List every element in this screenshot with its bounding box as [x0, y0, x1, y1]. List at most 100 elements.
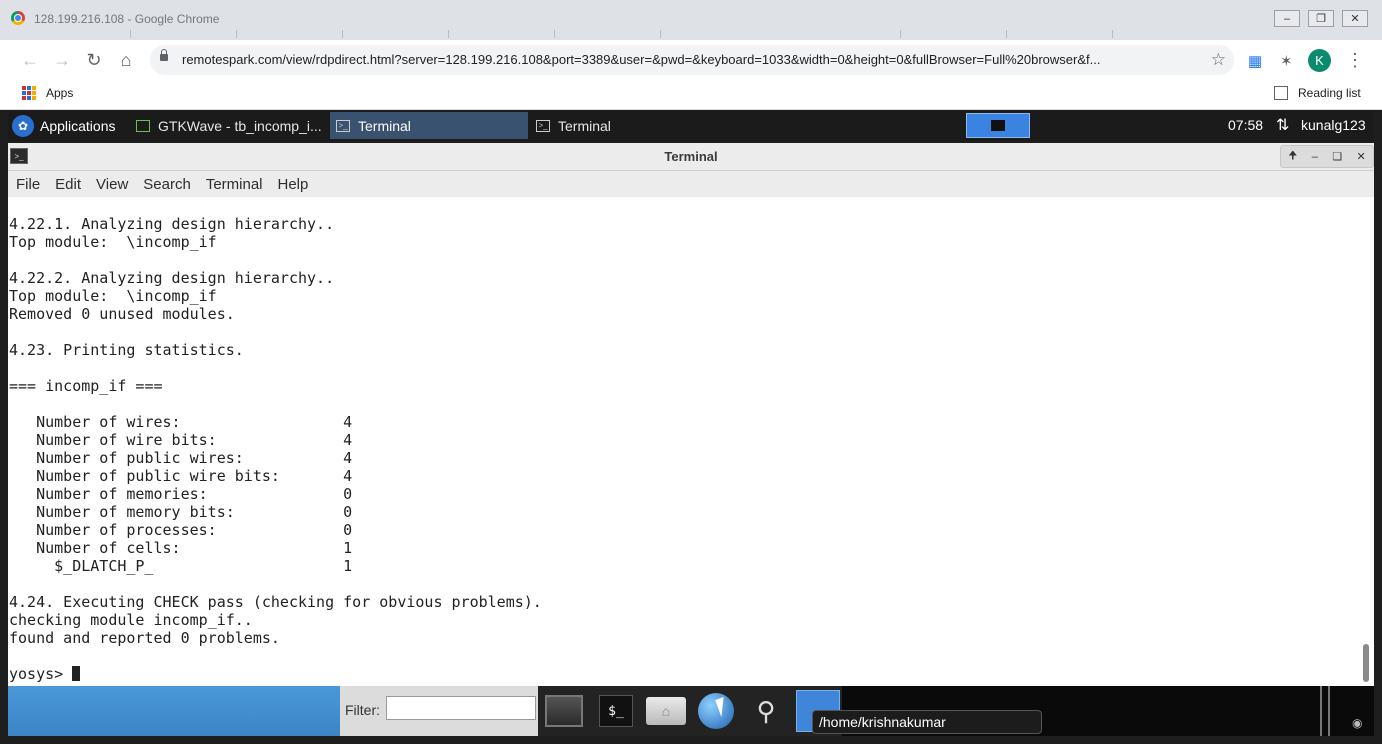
taskbar-item-label: Terminal [358, 117, 411, 134]
reading-list-icon[interactable] [1274, 86, 1288, 100]
filter-input[interactable] [386, 696, 536, 720]
terminal-line: 4.24. Executing CHECK pass (checking for… [9, 593, 542, 611]
show-desktop-launcher[interactable] [542, 690, 586, 732]
chrome-menu-icon[interactable]: ⋮ [1346, 50, 1364, 70]
panel-user[interactable]: kunalg123 [1301, 117, 1366, 133]
terminal-titlebar[interactable]: >_ Terminal 🠉 – ❏ ✕ [8, 143, 1374, 171]
maximize-icon[interactable]: ❏ [1332, 150, 1342, 163]
extension-icon[interactable]: ▦ [1248, 52, 1262, 70]
menu-edit[interactable]: Edit [55, 176, 81, 193]
menu-search[interactable]: Search [143, 176, 191, 193]
terminal-output[interactable]: 4.22.1. Analyzing design hierarchy.. Top… [8, 197, 1358, 686]
reading-list-button[interactable]: Reading list [1298, 86, 1361, 100]
back-arrow-icon[interactable]: ← [18, 48, 42, 72]
terminal-launcher[interactable]: $_ [594, 690, 638, 732]
desktop-icon [545, 695, 583, 727]
scrollbar-thumb[interactable] [1363, 644, 1369, 682]
wifi-icon[interactable]: ◉ [1352, 716, 1362, 730]
browser-tabstrip[interactable] [130, 28, 1230, 40]
minimize-window-button[interactable]: – [1274, 10, 1300, 27]
terminal-line: Number of processes: 0 [9, 521, 353, 539]
tab-separator [554, 30, 555, 38]
terminal-line: 4.22.2. Analyzing design hierarchy.. [9, 269, 335, 287]
taskbar-item-gtkwave[interactable]: GTKWave - tb_incomp_i... [130, 112, 328, 139]
tab-separator [1112, 30, 1113, 38]
shade-up-icon[interactable]: 🠉 [1288, 147, 1297, 166]
magnifier-icon: ⚲ [756, 695, 776, 726]
tab-separator [1006, 30, 1007, 38]
profile-avatar[interactable]: K [1308, 49, 1331, 72]
terminal-line: 4.23. Printing statistics. [9, 341, 244, 359]
taskbar-item-terminal[interactable]: >_ Terminal [530, 112, 728, 139]
tab-separator [130, 30, 131, 38]
terminal-line: Number of wire bits: 4 [9, 431, 353, 449]
apps-grid-icon[interactable] [22, 86, 36, 100]
menu-view[interactable]: View [96, 176, 128, 193]
xfce-top-panel: ✿ Applications GTKWave - tb_incomp_i... … [8, 110, 1374, 141]
tab-separator [900, 30, 901, 38]
close-icon[interactable]: ✕ [1357, 150, 1366, 163]
lock-icon[interactable] [160, 49, 168, 61]
workspace-switcher[interactable] [966, 113, 1030, 138]
reload-icon[interactable]: ↻ [82, 48, 106, 72]
gtkwave-icon [136, 119, 150, 132]
home-folder-launcher[interactable]: ⌂ [644, 690, 688, 732]
terminal-line: Number of wires: 4 [9, 413, 353, 431]
home-folder-icon: ⌂ [646, 697, 686, 725]
terminal-line: checking module incomp_if.. [9, 611, 253, 629]
taskbar-item-terminal-active[interactable]: >_ Terminal [330, 112, 528, 139]
browser-toolbar: ← → ↻ ⌂ remotespark.com/view/rdpdirect.h… [0, 40, 1382, 78]
terminal-icon: >_ [336, 119, 350, 132]
terminal-line: Number of memory bits: 0 [9, 503, 353, 521]
terminal-menubar: File Edit View Search Terminal Help [8, 171, 1374, 197]
terminal-line: Top module: \incomp_if [9, 233, 217, 251]
panel-clock[interactable]: 07:58 [1228, 117, 1263, 133]
terminal-window-controls: 🠉 – ❏ ✕ [1280, 145, 1374, 168]
desktop-background-strip [8, 686, 340, 736]
restore-window-button[interactable]: ❐ [1308, 10, 1334, 27]
menu-file[interactable]: File [16, 176, 40, 193]
terminal-prompt-line[interactable]: yosys> [9, 665, 81, 683]
menu-help[interactable]: Help [278, 176, 309, 193]
puzzle-extensions-icon[interactable]: ✶ [1280, 52, 1293, 70]
terminal-line: Removed 0 unused modules. [9, 305, 235, 323]
browser-titlebar: 128.199.216.108 - Google Chrome – ❐ ✕ [0, 0, 1382, 40]
address-bar-url[interactable]: remotespark.com/view/rdpdirect.html?serv… [182, 52, 1192, 67]
terminal-scrollbar[interactable] [1358, 197, 1374, 686]
tab-separator [342, 30, 343, 38]
terminal-icon: $_ [599, 695, 633, 727]
filter-label: Filter: [345, 702, 380, 718]
web-browser-launcher[interactable] [694, 690, 738, 732]
bookmarks-bar: Apps Reading list [0, 78, 1382, 110]
terminal-line: Number of public wires: 4 [9, 449, 353, 467]
close-window-button[interactable]: ✕ [1342, 10, 1368, 27]
tab-separator [448, 30, 449, 38]
terminal-line: $_DLATCH_P_ 1 [9, 557, 353, 575]
terminal-icon: >_ [536, 119, 550, 132]
terminal-line: Top module: \incomp_if [9, 287, 217, 305]
browser-window-title: 128.199.216.108 - Google Chrome [34, 12, 220, 26]
xfce-logo-icon: ✿ [12, 114, 34, 137]
terminal-prompt: yosys> [9, 665, 73, 683]
address-bar[interactable]: remotespark.com/view/rdpdirect.html?serv… [150, 45, 1234, 75]
applications-menu-button[interactable]: ✿ Applications [8, 110, 116, 141]
minimize-icon[interactable]: – [1312, 151, 1318, 163]
network-updown-icon[interactable]: ⇅ [1276, 115, 1289, 135]
terminal-line: Number of cells: 1 [9, 539, 353, 557]
terminal-line: 4.22.1. Analyzing design hierarchy.. [9, 215, 335, 233]
apps-bookmark[interactable]: Apps [46, 86, 73, 100]
terminal-line: === incomp_if === [9, 377, 163, 395]
filter-area: Filter: [340, 686, 538, 736]
bottom-dock: Filter: $_ ⌂ ⚲ [8, 686, 1374, 736]
menu-terminal[interactable]: Terminal [206, 176, 263, 193]
terminal-line: Number of public wire bits: 4 [9, 467, 353, 485]
bookmark-star-icon[interactable]: ☆ [1211, 50, 1226, 70]
launcher-tooltip: /home/krishnakumar [812, 710, 1042, 734]
terminal-line: Number of memories: 0 [9, 485, 353, 503]
forward-arrow-icon[interactable]: → [50, 48, 74, 72]
taskbar-item-label: Terminal [558, 117, 611, 134]
terminal-cursor [72, 666, 81, 681]
home-icon[interactable]: ⌂ [114, 48, 138, 72]
app-finder-launcher[interactable]: ⚲ [744, 690, 788, 732]
launcher-bar: $_ ⌂ ⚲ [538, 686, 842, 736]
